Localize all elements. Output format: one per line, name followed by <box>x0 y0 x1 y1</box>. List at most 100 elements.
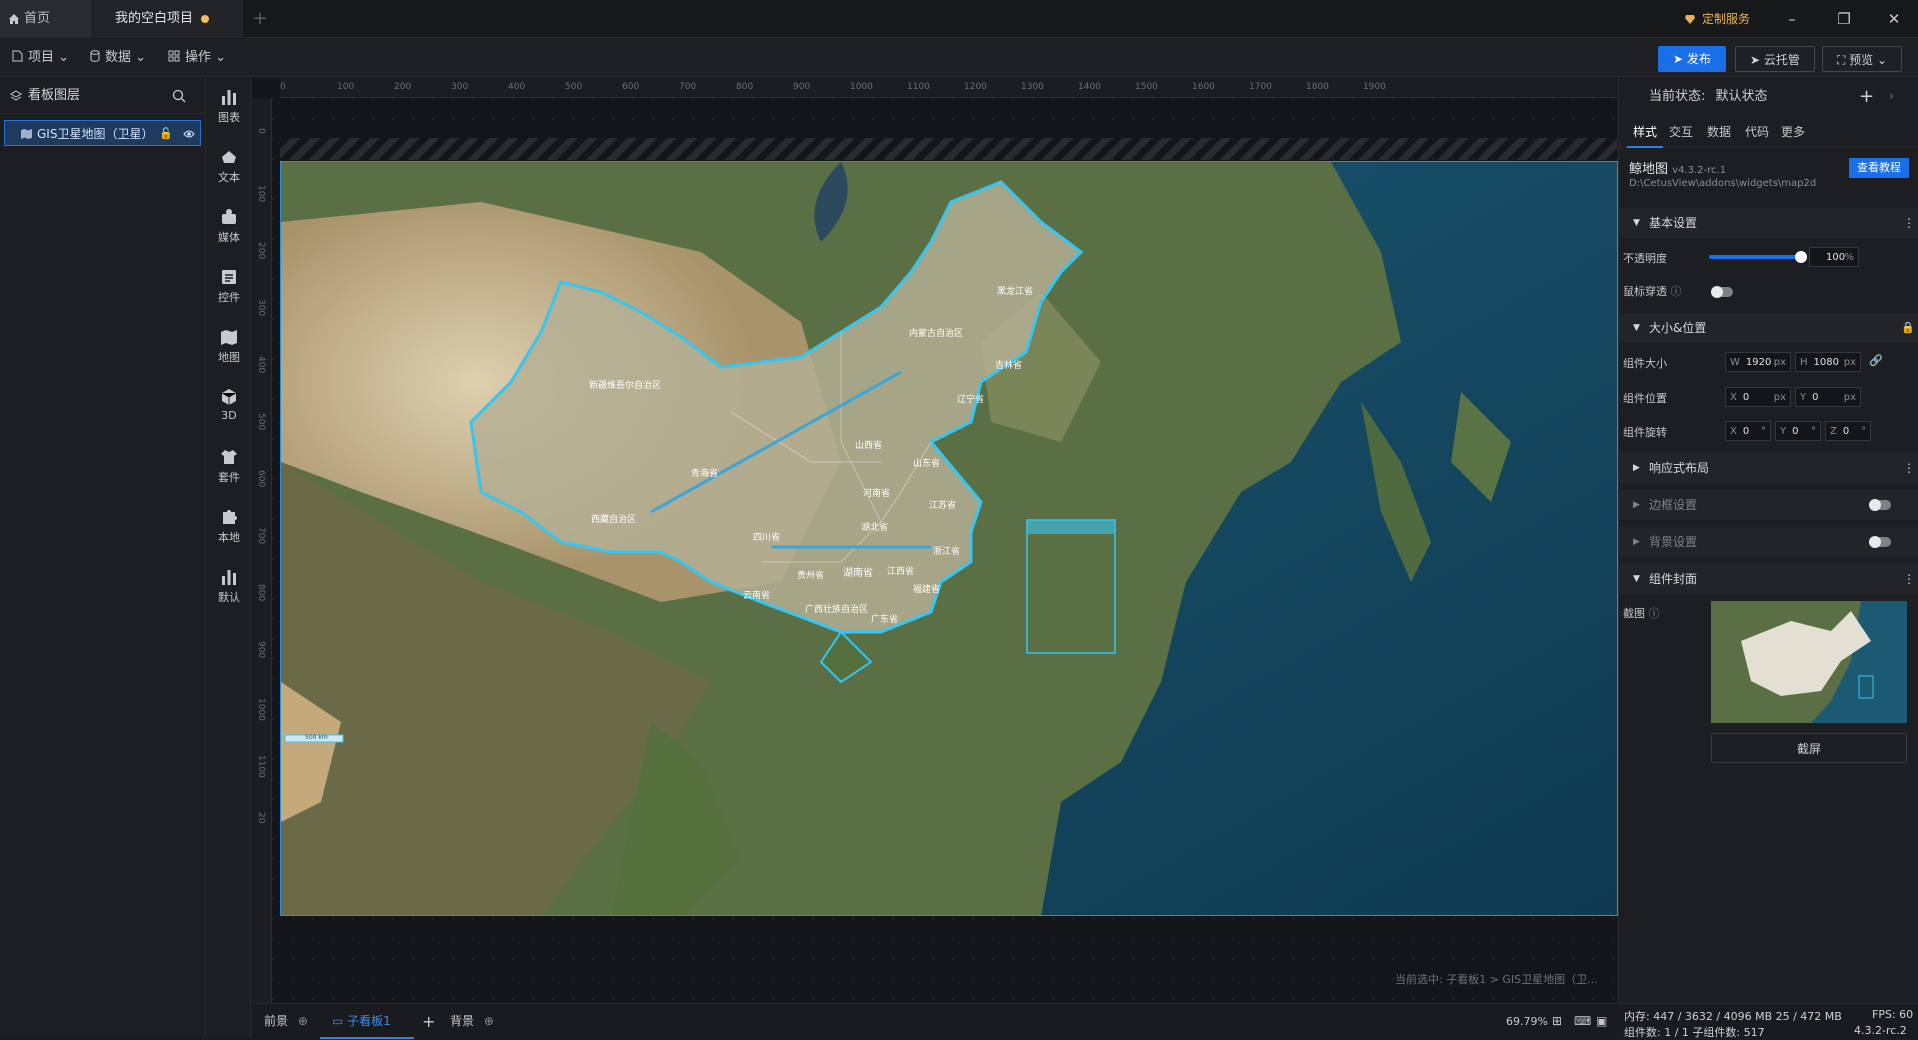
restore-button[interactable]: ❐ <box>1822 0 1866 38</box>
section-basic[interactable]: ▼ 基本设置 ⋮ <box>1619 208 1918 238</box>
current-state[interactable]: 当前状态: 默认状态 + › <box>1619 78 1918 116</box>
preview-button[interactable]: ⛶ 预览 ⌄ <box>1822 46 1902 72</box>
menu-project-label: 项目 <box>28 50 55 65</box>
rot-x-input[interactable]: X 0 ° <box>1725 421 1771 441</box>
map-label-xizang: 西藏自治区 <box>591 515 637 525</box>
layer-item-gis-map[interactable]: GIS卫星地图（卫星） 🔓 <box>4 120 201 146</box>
custom-service-button[interactable]: 定制服务 <box>1680 8 1760 30</box>
rot-z-input[interactable]: Z 0 ° <box>1825 421 1871 441</box>
map-icon <box>21 129 32 139</box>
opacity-slider[interactable] <box>1709 255 1801 259</box>
more-vert-icon[interactable]: ⋮ <box>1903 208 1915 238</box>
toolbar-local[interactable]: 本地 <box>207 508 251 545</box>
eye-icon[interactable] <box>183 129 195 139</box>
send-icon: ➤ <box>1673 52 1687 66</box>
gis-satellite-map[interactable]: 黑龙江省 内蒙古自治区 吉林省 辽宁省 新疆维吾尔自治区 山西省 山东省 青海省… <box>280 161 1618 916</box>
toolbar-control[interactable]: 控件 <box>207 268 251 305</box>
toolbar-chart[interactable]: 图表 <box>207 88 251 125</box>
rot-z-unit: ° <box>1861 426 1866 437</box>
map-scale-label: 500 km <box>305 734 328 741</box>
tab-background[interactable]: 背景 ⊕ <box>450 1004 494 1039</box>
capture-button[interactable]: 截屏 <box>1711 733 1907 763</box>
ruler-tick: 800 <box>736 82 754 92</box>
toolbar-map-label: 地图 <box>218 351 240 364</box>
toolbar-media[interactable]: 媒体 <box>207 208 251 245</box>
add-circle-icon[interactable]: ⊕ <box>484 1014 494 1028</box>
map-label-qinghai: 青海省 <box>691 469 719 479</box>
more-vert-icon[interactable]: ⋮ <box>1903 453 1915 483</box>
state-label: 当前状态: <box>1649 89 1706 104</box>
tab-code[interactable]: 代码 <box>1745 116 1769 148</box>
toolbar-default[interactable]: 默认 <box>207 568 251 605</box>
search-icon[interactable] <box>172 89 186 103</box>
pos-x-input[interactable]: X 0 px <box>1725 387 1791 407</box>
tab-foreground[interactable]: 前景 ⊕ <box>264 1004 308 1039</box>
fit-screen-icon[interactable]: ⊞ <box>1552 1004 1562 1039</box>
toolbar-3d[interactable]: 3D <box>207 388 251 422</box>
ruler-tick: 300 <box>451 82 469 92</box>
rot-x-unit: ° <box>1761 426 1766 437</box>
height-input[interactable]: H 1080 px <box>1795 352 1861 372</box>
tab-data[interactable]: 数据 <box>1707 116 1731 148</box>
toolbar-text[interactable]: 文本 <box>207 148 251 185</box>
publish-label: 发布 <box>1686 52 1711 66</box>
opacity-input[interactable]: 100% <box>1809 247 1859 267</box>
more-vert-icon[interactable]: ⋮ <box>1903 564 1915 594</box>
tab-interact[interactable]: 交互 <box>1669 116 1693 148</box>
toolbar-media-label: 媒体 <box>218 231 240 244</box>
help-icon[interactable]: ⓘ <box>1671 285 1682 298</box>
chevron-right-icon[interactable]: › <box>1889 78 1894 116</box>
zoom-level[interactable]: 69.79% <box>1506 1004 1548 1039</box>
minimize-button[interactable]: – <box>1770 0 1814 38</box>
opacity-slider-thumb[interactable] <box>1795 251 1807 263</box>
h-unit: px <box>1843 357 1856 368</box>
width-input[interactable]: W 1920 px <box>1725 352 1791 372</box>
pos-y-input[interactable]: Y 0 px <box>1795 387 1861 407</box>
tab-sub-board[interactable]: ▭ 子看板1 <box>320 1004 414 1039</box>
menu-project[interactable]: 项目 ⌄ <box>12 39 69 77</box>
section-cover[interactable]: ▼ 组件封面 ⋮ <box>1619 564 1918 594</box>
menu-operate[interactable]: 操作 ⌄ <box>168 39 226 77</box>
screenshot-label: 截图 ⓘ <box>1623 605 1660 621</box>
close-button[interactable]: ✕ <box>1872 0 1916 38</box>
section-responsive[interactable]: ▶ 响应式布局 ⋮ <box>1619 453 1918 483</box>
y-prefix: Y <box>1800 392 1807 403</box>
border-toggle[interactable] <box>1869 499 1891 511</box>
publish-button[interactable]: ➤ 发布 <box>1658 46 1726 72</box>
lock-icon[interactable]: 🔒 <box>1901 313 1915 343</box>
property-tabs: 样式 交互 数据 代码 更多 <box>1619 116 1918 148</box>
add-tab-button[interactable]: + <box>245 0 275 38</box>
ruler-vertical: 0 100 200 300 400 500 600 700 800 900 1000 1100 20 <box>252 98 272 1003</box>
section-size-position[interactable]: ▼ 大小&位置 🔒 <box>1619 313 1918 343</box>
diamond-icon <box>1685 15 1695 24</box>
terminal-icon[interactable]: ▣ <box>1596 1004 1607 1039</box>
rot-z-value: 0 <box>1842 426 1850 437</box>
map-label-neimenggu: 内蒙古自治区 <box>909 329 964 339</box>
mouse-through-toggle[interactable] <box>1711 286 1733 298</box>
help-icon[interactable]: ⓘ <box>1649 607 1660 620</box>
tab-style[interactable]: 样式 <box>1627 116 1663 148</box>
tutorial-button[interactable]: 查看教程 <box>1849 158 1909 178</box>
status-bar: 内存: 447 / 3632 / 4096 MB 25 / 472 MB FPS… <box>1618 1003 1918 1039</box>
lock-open-icon[interactable]: 🔓 <box>159 121 173 147</box>
toolbar-kit[interactable]: 套件 <box>207 448 251 485</box>
tab-project[interactable]: 我的空白项目 <box>93 0 243 38</box>
tab-home[interactable]: 首页 <box>0 0 92 38</box>
add-state-icon[interactable]: + <box>1859 78 1874 116</box>
keyboard-icon[interactable]: ⌨ <box>1574 1004 1591 1039</box>
background-toggle[interactable] <box>1869 536 1891 548</box>
text-icon <box>222 151 236 163</box>
fps-stat: FPS: 60 <box>1872 1008 1914 1021</box>
link-icon[interactable]: 🔗 <box>1869 354 1883 367</box>
y-unit: px <box>1843 392 1856 403</box>
add-circle-icon[interactable]: ⊕ <box>298 1014 308 1028</box>
tab-more[interactable]: 更多 <box>1781 116 1805 148</box>
toolbar-map[interactable]: 地图 <box>207 328 251 365</box>
section-cover-label: 组件封面 <box>1649 572 1698 586</box>
cloud-button[interactable]: ➤ 云托管 <box>1735 46 1815 72</box>
ruler-tick: 800 <box>256 584 266 602</box>
rot-y-input[interactable]: Y 0 ° <box>1775 421 1821 441</box>
rot-y-value: 0 <box>1792 426 1799 437</box>
menu-data[interactable]: 数据 ⌄ <box>90 39 146 77</box>
add-board-button[interactable]: + <box>422 1004 435 1039</box>
